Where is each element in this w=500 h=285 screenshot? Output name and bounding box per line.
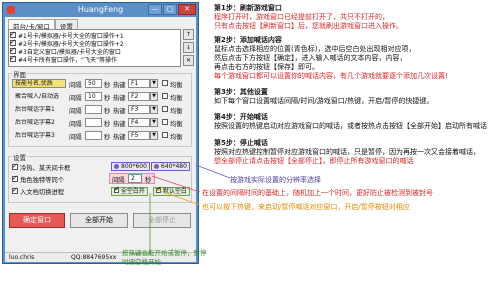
callout-interval: 在设置的间隔时间的基础上，随机加上一个时间，更好防止被检测到被封号	[202, 189, 433, 197]
callout-lines	[130, 164, 231, 255]
callout-line-hotkey	[154, 188, 201, 206]
callout-hotkey: 也可以按下热键，来启动/暂停喊话对应窗口，开启/暂停按钮对相应	[202, 203, 410, 211]
callout-line-resolution	[195, 164, 231, 179]
callout-line-interval	[151, 175, 201, 193]
callout-bottom: 按热键也能开始或暂停，暂停时按空格开始	[122, 249, 207, 266]
callout-resolution: 按游戏实际设置的分辨率选择	[230, 176, 321, 184]
